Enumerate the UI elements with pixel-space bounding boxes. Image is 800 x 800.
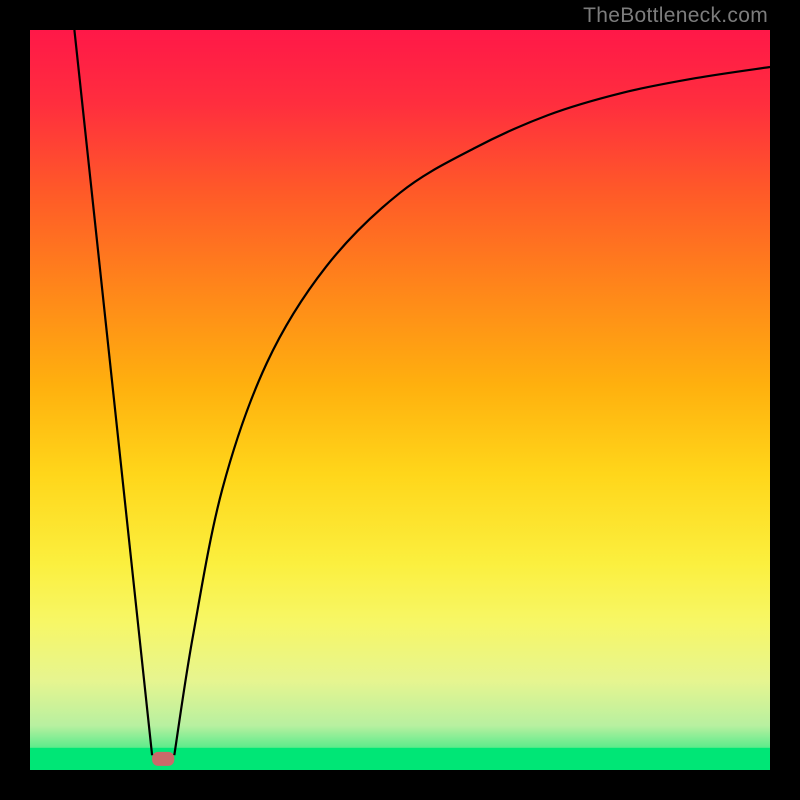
bottleneck-marker — [152, 752, 174, 766]
chart-container: TheBottleneck.com — [0, 0, 800, 800]
watermark-text: TheBottleneck.com — [583, 4, 768, 28]
chart-svg — [30, 30, 770, 770]
plot-area — [30, 30, 770, 770]
green-band — [30, 748, 770, 770]
